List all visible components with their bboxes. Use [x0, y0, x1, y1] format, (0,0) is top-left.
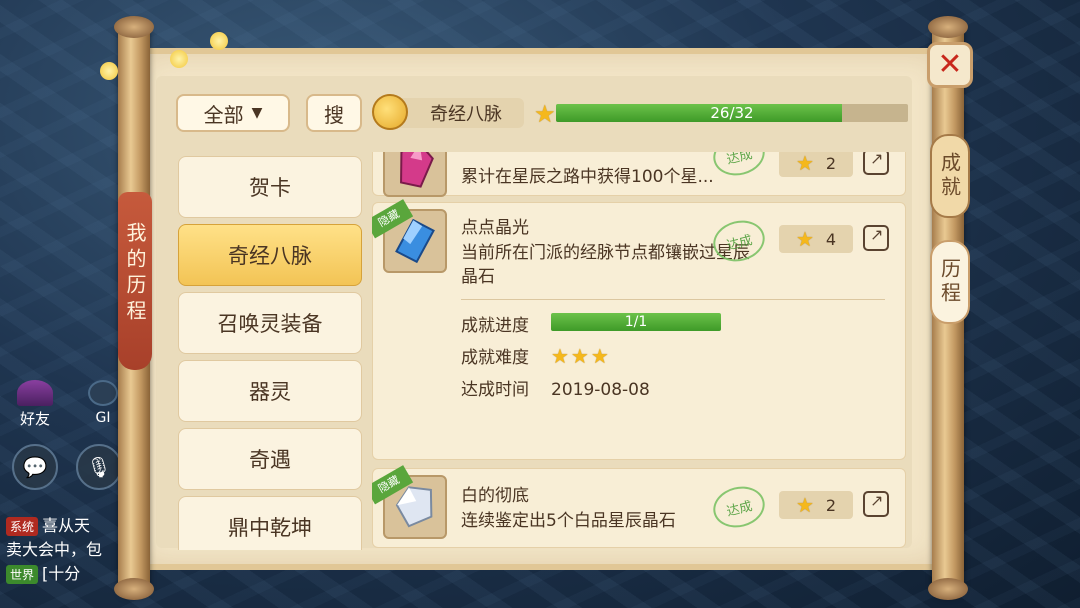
points-badge: ★ 2: [779, 491, 853, 519]
category-item[interactable]: 奇遇: [178, 428, 362, 490]
detail-time-row: 达成时间 2019-08-08: [461, 375, 650, 400]
flower-decoration: [100, 62, 118, 80]
difficulty-stars: ★★★: [551, 344, 611, 368]
progress-text: 1/1: [624, 314, 648, 330]
star-icon: ★: [795, 493, 814, 517]
achievement-desc: 累计在星辰之路中获得100个星...: [461, 167, 714, 187]
chat-text: [十分: [42, 564, 81, 583]
current-category: 奇经八脉: [392, 98, 524, 128]
category-item[interactable]: 召唤灵装备: [178, 292, 362, 354]
points-value: 2: [825, 495, 837, 515]
gem-icon: [400, 152, 434, 188]
friend-icon: [17, 380, 53, 406]
star-icon: ★: [534, 100, 556, 128]
tab-label: 历程: [937, 258, 962, 306]
points-badge: ★ 4: [779, 225, 853, 253]
detail-progress-bar: 1/1: [551, 313, 721, 331]
chat-bubble-icon[interactable]: 💬: [12, 444, 58, 490]
detail-progress-row: 成就进度 1/1: [461, 311, 721, 336]
achievement-entry[interactable]: 隐藏 白的彻底 连续鉴定出5个白品星辰晶石 达成 ★ 2: [372, 465, 906, 548]
detail-label: 成就难度: [461, 348, 529, 368]
category-item-label: 器灵: [249, 380, 291, 404]
achievement-title: 点点晶光: [461, 218, 529, 238]
detail-label: 成就进度: [461, 316, 529, 336]
rod-cap: [928, 578, 968, 600]
mascot-icon: [372, 94, 408, 130]
category-item-label: 贺卡: [249, 176, 291, 200]
category-item-active[interactable]: 奇经八脉: [178, 224, 362, 286]
close-button[interactable]: ✕: [927, 42, 973, 88]
star-icon: ★: [795, 152, 814, 175]
divider: [461, 299, 885, 300]
category-label: 奇经八脉: [430, 104, 502, 125]
share-icon[interactable]: [863, 152, 889, 175]
search-label: 搜: [324, 102, 344, 127]
gm-icon: [88, 380, 118, 406]
star-icon: ★: [795, 227, 814, 251]
my-history-label: 我的历程: [123, 222, 147, 326]
chat-tag: 世界: [6, 565, 39, 584]
category-item-label: 奇遇: [249, 448, 291, 472]
close-icon: ✕: [937, 47, 963, 82]
my-history-tab[interactable]: 我的历程: [118, 192, 152, 370]
flower-decoration: [210, 32, 228, 50]
detail-label: 达成时间: [461, 380, 529, 400]
category-item-label: 召唤灵装备: [217, 312, 323, 336]
tab-label: 成就: [937, 152, 962, 200]
chat-text: 喜从天: [42, 516, 91, 535]
achievement-title: 白的彻底: [461, 486, 529, 506]
gem-slot: [383, 152, 447, 197]
rod-cap: [928, 16, 968, 38]
rod-cap: [114, 16, 154, 38]
points-value: 2: [825, 153, 837, 173]
gm-label: GI: [95, 410, 111, 426]
flower-decoration: [170, 50, 188, 68]
progress-text: 26/32: [710, 104, 754, 122]
search-button[interactable]: 搜: [306, 94, 362, 132]
points-value: 4: [825, 229, 837, 249]
tab-history[interactable]: 历程: [930, 240, 970, 324]
friend-label: 好友: [19, 410, 50, 428]
chat-line: 卖大会中，包: [6, 536, 102, 560]
filter-label: 全部: [203, 102, 244, 127]
share-icon[interactable]: [863, 225, 889, 251]
category-list[interactable]: 贺卡 奇经八脉 召唤灵装备 器灵 奇遇 鼎中乾坤: [174, 148, 366, 550]
chat-text: 卖大会中，包: [6, 540, 103, 559]
achievement-entry[interactable]: 累计在星辰之路中获得100个星... 达成 ★ 2: [372, 152, 906, 197]
tab-achievement[interactable]: 成就: [930, 134, 970, 218]
category-progress-bar: 26/32: [556, 104, 908, 122]
category-item[interactable]: 贺卡: [178, 156, 362, 218]
gm-button[interactable]: GI: [86, 380, 120, 426]
filter-dropdown[interactable]: 全部 ▼: [176, 94, 290, 132]
achievement-entry-expanded[interactable]: 隐藏 点点晶光 当前所在门派的经脉节点都镶嵌过星辰晶石 达成 ★4 成就进度 1…: [372, 199, 906, 460]
chevron-down-icon: ▼: [251, 105, 263, 121]
achievement-list[interactable]: 累计在星辰之路中获得100个星... 达成 ★2 隐藏 点点晶光 当前所在门派的…: [372, 152, 908, 550]
points-badge: ★ 2: [779, 152, 853, 177]
category-item[interactable]: 鼎中乾坤: [178, 496, 362, 550]
friend-button[interactable]: 好友: [12, 380, 58, 429]
chat-tag: 系统: [6, 517, 39, 536]
category-item-label: 奇经八脉: [228, 244, 312, 268]
share-icon[interactable]: [863, 491, 889, 517]
category-item[interactable]: 器灵: [178, 360, 362, 422]
chat-line: 系统 喜从天: [6, 512, 90, 536]
rod-cap: [114, 578, 154, 600]
category-item-label: 鼎中乾坤: [228, 516, 312, 540]
detail-difficulty-row: 成就难度 ★★★: [461, 343, 611, 368]
detail-time-value: 2019-08-08: [551, 380, 650, 400]
microphone-icon[interactable]: 🎙: [76, 444, 122, 490]
chat-line: 世界 [十分: [6, 560, 80, 584]
